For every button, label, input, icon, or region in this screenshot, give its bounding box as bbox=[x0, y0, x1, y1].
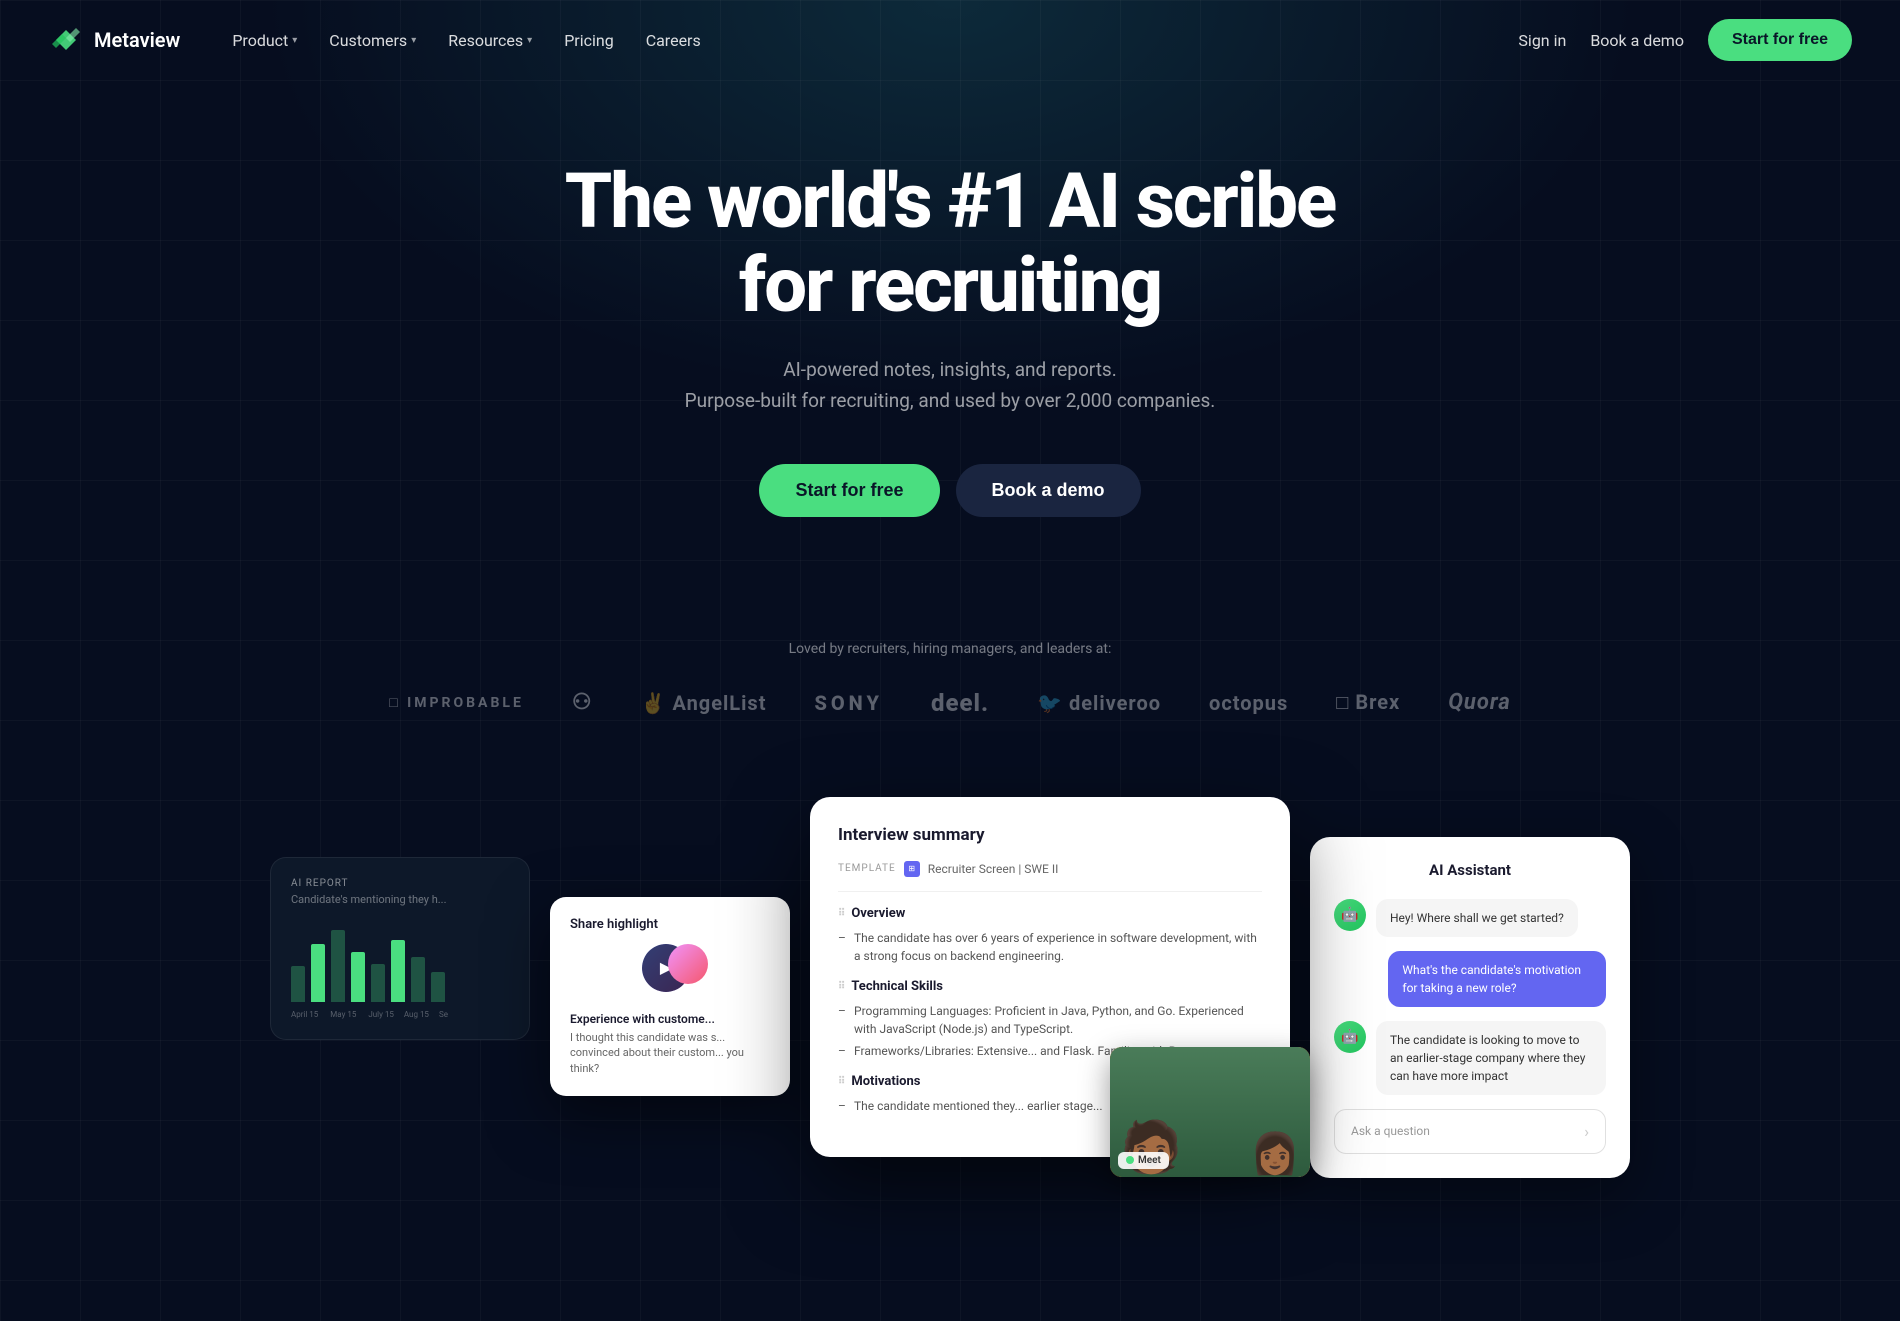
template-row: TEMPLATE ⊞ Recruiter Screen | SWE II bbox=[838, 861, 1262, 892]
interview-summary-card: Interview summary TEMPLATE ⊞ Recruiter S… bbox=[810, 797, 1290, 1157]
date-label-1: April 15 bbox=[291, 1010, 318, 1019]
ask-placeholder: Ask a question bbox=[1351, 1124, 1430, 1138]
ask-question-input[interactable]: Ask a question › bbox=[1334, 1109, 1606, 1154]
share-avatars: ▶ bbox=[570, 944, 770, 1000]
overview-header: ⠿ Overview bbox=[838, 906, 1262, 921]
book-demo-nav-link[interactable]: Book a demo bbox=[1590, 31, 1684, 50]
overview-bullet-1: The candidate has over 6 years of experi… bbox=[838, 929, 1262, 965]
ai-report-desc: Candidate's mentioning they h... bbox=[291, 893, 509, 906]
share-highlight-card: Share highlight ▶ Experience with custom… bbox=[550, 897, 790, 1096]
nav-pricing[interactable]: Pricing bbox=[552, 23, 626, 58]
date-label-5: Se bbox=[439, 1010, 448, 1019]
nav-links: Product ▾ Customers ▾ Resources ▾ Pricin… bbox=[220, 23, 712, 58]
ai-assistant-card: AI Assistant 🤖 Hey! Where shall we get s… bbox=[1310, 837, 1630, 1178]
bar-3 bbox=[331, 930, 345, 1002]
logo-sony: SONY bbox=[814, 691, 883, 715]
logo-improbable: □ IMPROBABLE bbox=[389, 694, 524, 711]
meet-badge: Meet bbox=[1118, 1152, 1169, 1169]
hero-start-free-button[interactable]: Start for free bbox=[759, 464, 939, 517]
drag-icon-2: ⠿ bbox=[838, 981, 845, 992]
logo-deel: deel. bbox=[931, 689, 989, 717]
nav-resources[interactable]: Resources ▾ bbox=[436, 23, 544, 58]
overview-section: ⠿ Overview The candidate has over 6 year… bbox=[838, 906, 1262, 965]
ai-avatar-1: 🤖 bbox=[1334, 899, 1366, 931]
logos-section: Loved by recruiters, hiring managers, an… bbox=[0, 641, 1900, 777]
logo-text: Metaview bbox=[94, 28, 180, 52]
template-name: Recruiter Screen | SWE II bbox=[928, 862, 1059, 876]
overview-title: Overview bbox=[851, 906, 905, 921]
send-icon: › bbox=[1584, 1122, 1589, 1141]
date-label-3: July 15 bbox=[368, 1010, 394, 1019]
hero-title: The world's #1 AI scribe for recruiting bbox=[20, 160, 1880, 327]
ai-bubble-1: Hey! Where shall we get started? bbox=[1376, 899, 1578, 937]
logo-octopus: octopus bbox=[1209, 691, 1288, 715]
nav-careers[interactable]: Careers bbox=[634, 23, 713, 58]
interview-summary-title: Interview summary bbox=[838, 825, 1262, 845]
navigation: Metaview Product ▾ Customers ▾ Resources… bbox=[0, 0, 1900, 80]
chevron-down-icon: ▾ bbox=[292, 35, 297, 46]
user-message-1: What's the candidate's motivation for ta… bbox=[1334, 951, 1606, 1007]
template-label: TEMPLATE bbox=[838, 863, 896, 874]
bar-6 bbox=[391, 940, 405, 1002]
sign-in-link[interactable]: Sign in bbox=[1518, 31, 1566, 50]
avatar-2 bbox=[668, 944, 708, 984]
hero-section: The world's #1 AI scribe for recruiting … bbox=[0, 80, 1900, 641]
ai-bubble-2: The candidate is looking to move to an e… bbox=[1376, 1021, 1606, 1095]
video-person-2: 👩🏾 bbox=[1250, 1130, 1300, 1177]
ai-report-label: AI REPORT bbox=[291, 878, 509, 889]
bar-4 bbox=[351, 952, 365, 1002]
hero-subtitle: AI-powered notes, insights, and reports.… bbox=[20, 355, 1880, 416]
video-overlay: 🧑🏾 👩🏾 Meet bbox=[1110, 1047, 1310, 1177]
bar-7 bbox=[411, 957, 425, 1002]
hero-cta: Start for free Book a demo bbox=[20, 464, 1880, 517]
share-highlight-title: Share highlight bbox=[570, 917, 770, 932]
chat-message-2: 🤖 The candidate is looking to move to an… bbox=[1334, 1021, 1606, 1095]
cards-section: AI REPORT Candidate's mentioning they h.… bbox=[0, 797, 1900, 1217]
bar-2 bbox=[311, 944, 325, 1002]
meet-label: Meet bbox=[1138, 1155, 1161, 1166]
mini-chart bbox=[291, 922, 509, 1002]
ai-report-card: AI REPORT Candidate's mentioning they h.… bbox=[270, 857, 530, 1040]
logo[interactable]: Metaview bbox=[48, 26, 180, 54]
share-text: I thought this candidate was s... convin… bbox=[570, 1030, 770, 1076]
chevron-down-icon: ▾ bbox=[527, 35, 532, 46]
chart-labels: April 15 May 15 July 15 Aug 15 Se bbox=[291, 1010, 509, 1019]
video-inner: 🧑🏾 👩🏾 Meet bbox=[1110, 1047, 1310, 1177]
hero-book-demo-button[interactable]: Book a demo bbox=[956, 464, 1141, 517]
logo-oo: ⚇ bbox=[572, 690, 593, 715]
nav-customers[interactable]: Customers ▾ bbox=[317, 23, 428, 58]
nav-right: Sign in Book a demo Start for free bbox=[1518, 19, 1852, 61]
logo-deliveroo: 🐦 deliveroo bbox=[1037, 691, 1161, 715]
logos-row: □ IMPROBABLE ⚇ ✌ AngelList SONY deel. 🐦 … bbox=[20, 689, 1880, 717]
technical-skills-title: Technical Skills bbox=[851, 979, 943, 994]
chevron-down-icon: ▾ bbox=[411, 35, 416, 46]
share-experience-title: Experience with custome... bbox=[570, 1012, 770, 1026]
logo-brex: □ Brex bbox=[1336, 690, 1400, 715]
bar-8 bbox=[431, 972, 445, 1002]
nav-product[interactable]: Product ▾ bbox=[220, 23, 309, 58]
date-label-2: May 15 bbox=[330, 1010, 356, 1019]
date-label-4: Aug 15 bbox=[404, 1010, 429, 1019]
drag-icon-3: ⠿ bbox=[838, 1076, 845, 1087]
motivations-title: Motivations bbox=[851, 1074, 920, 1089]
bar-1 bbox=[291, 966, 305, 1002]
logo-quora: Quora bbox=[1448, 690, 1511, 715]
tech-bullet-1: Programming Languages: Proficient in Jav… bbox=[838, 1002, 1262, 1038]
chat-message-1: 🤖 Hey! Where shall we get started? bbox=[1334, 899, 1606, 937]
user-bubble-1: What's the candidate's motivation for ta… bbox=[1388, 951, 1606, 1007]
start-free-nav-button[interactable]: Start for free bbox=[1708, 19, 1852, 61]
bar-5 bbox=[371, 964, 385, 1002]
ai-assistant-title: AI Assistant bbox=[1334, 861, 1606, 879]
ai-avatar-2: 🤖 bbox=[1334, 1021, 1366, 1053]
meet-dot bbox=[1126, 1156, 1134, 1164]
avatar-group: ▶ bbox=[642, 944, 698, 1000]
logo-angellist: ✌ AngelList bbox=[641, 691, 767, 715]
template-icon: ⊞ bbox=[904, 861, 920, 877]
logos-label: Loved by recruiters, hiring managers, an… bbox=[20, 641, 1880, 657]
nav-left: Metaview Product ▾ Customers ▾ Resources… bbox=[48, 23, 713, 58]
drag-icon: ⠿ bbox=[838, 908, 845, 919]
technical-skills-header: ⠿ Technical Skills bbox=[838, 979, 1262, 994]
